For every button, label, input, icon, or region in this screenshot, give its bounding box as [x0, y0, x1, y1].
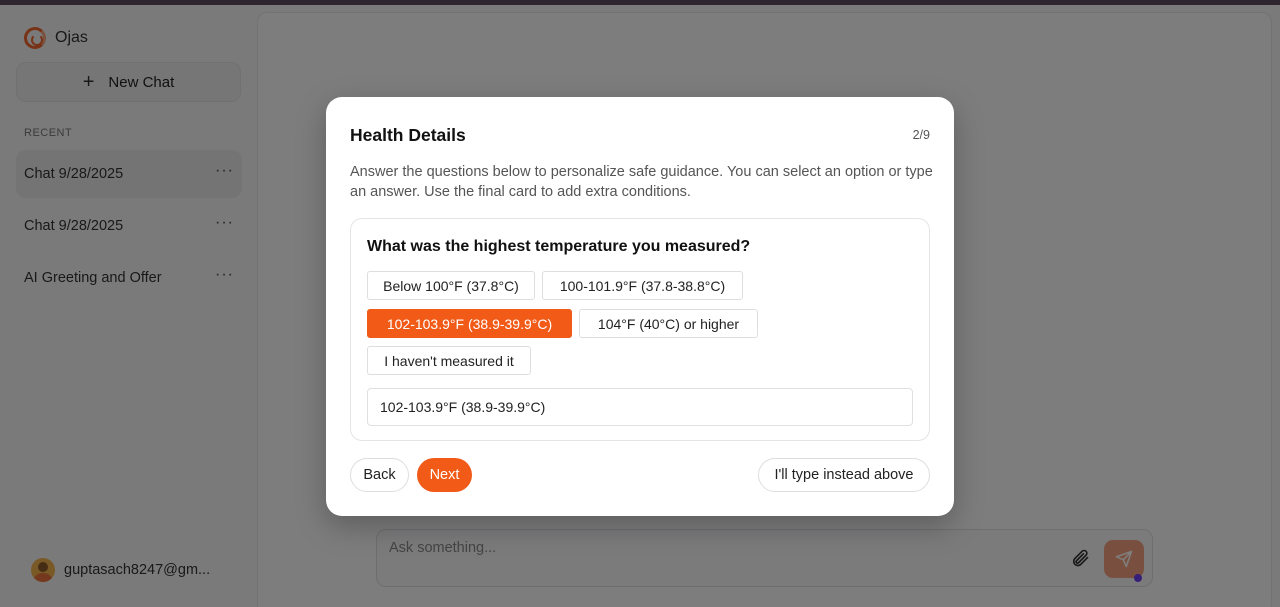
option-button[interactable]: I haven't measured it [367, 346, 531, 375]
dialog-title: Health Details [350, 125, 466, 145]
option-button[interactable]: 104°F (40°C) or higher [579, 309, 758, 338]
health-details-dialog: Health Details 2/9 Answer the questions … [326, 97, 954, 516]
next-button[interactable]: Next [417, 458, 472, 492]
back-button[interactable]: Back [350, 458, 409, 492]
step-indicator: 2/9 [912, 128, 930, 142]
type-instead-button[interactable]: I'll type instead above [758, 458, 930, 492]
question-text: What was the highest temperature you mea… [367, 238, 751, 255]
question-card: What was the highest temperature you mea… [350, 218, 930, 441]
option-button[interactable]: 100-101.9°F (37.8-38.8°C) [542, 271, 743, 300]
dialog-description: Answer the questions below to personaliz… [350, 164, 933, 200]
option-button-selected[interactable]: 102-103.9°F (38.9-39.9°C) [367, 309, 572, 338]
option-button[interactable]: Below 100°F (37.8°C) [367, 271, 535, 300]
answer-input[interactable] [367, 388, 913, 426]
